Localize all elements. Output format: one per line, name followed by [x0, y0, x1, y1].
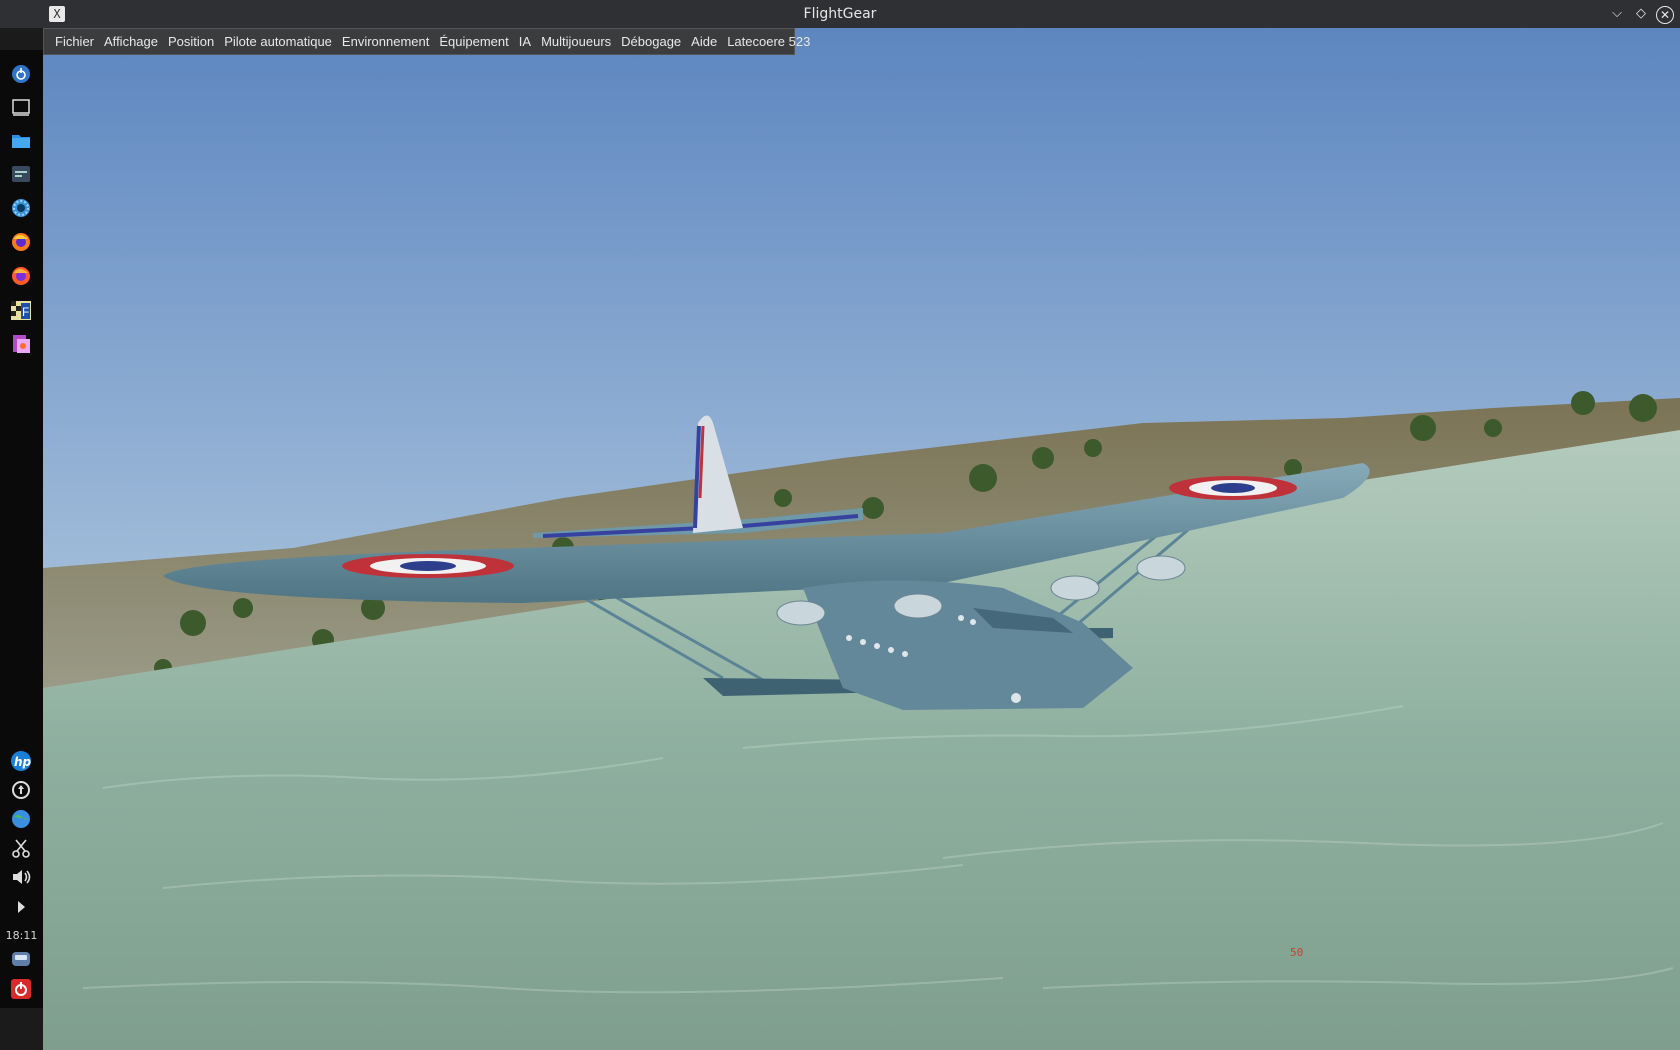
menu-pilote-automatique[interactable]: Pilote automatique: [219, 34, 337, 49]
left-dock: F hp 18:11: [0, 50, 44, 1008]
menu-position[interactable]: Position: [163, 34, 219, 49]
menu-equipement[interactable]: Équipement: [434, 34, 513, 49]
scissors-icon[interactable]: [10, 837, 32, 859]
launcher-icon[interactable]: [10, 63, 32, 85]
files-icon[interactable]: [10, 130, 32, 152]
scene-svg: [43, 28, 1680, 1050]
firefox-icon[interactable]: [10, 231, 32, 253]
minimize-button[interactable]: ⌵: [1608, 5, 1626, 23]
flightgear-icon[interactable]: F: [10, 299, 32, 321]
volume-icon[interactable]: [10, 866, 32, 888]
svg-text:F: F: [22, 305, 29, 319]
desktop-icon[interactable]: [10, 96, 32, 118]
flight-scene-viewport[interactable]: 50: [43, 28, 1680, 1050]
updates-icon[interactable]: [10, 779, 32, 801]
window-titlebar: X FlightGear ⌵ ◇ ✕: [0, 0, 1680, 28]
roundel-right: [1169, 476, 1297, 500]
menu-debogage[interactable]: Débogage: [616, 34, 686, 49]
svg-text:hp: hp: [14, 755, 32, 769]
hud-readout: 50: [1290, 946, 1304, 959]
system-settings-icon[interactable]: [10, 197, 32, 219]
menu-aide[interactable]: Aide: [686, 34, 722, 49]
menu-affichage[interactable]: Affichage: [99, 34, 163, 49]
drive-icon[interactable]: [10, 948, 32, 970]
settings-panel-icon[interactable]: [10, 163, 32, 185]
document-viewer-icon[interactable]: [10, 333, 32, 355]
flightgear-menubar: Fichier Affichage Position Pilote automa…: [43, 28, 810, 55]
hp-icon[interactable]: hp: [10, 750, 32, 772]
menu-fichier[interactable]: Fichier: [50, 34, 99, 49]
clock[interactable]: 18:11: [0, 929, 43, 942]
menu-aircraft-latecoere[interactable]: Latecoere 523: [722, 34, 815, 49]
network-icon[interactable]: [10, 808, 32, 830]
firefox-alt-icon[interactable]: [10, 265, 32, 287]
expand-arrow-icon[interactable]: [10, 896, 32, 918]
close-button[interactable]: ✕: [1656, 6, 1674, 24]
menu-multijoueurs[interactable]: Multijoueurs: [536, 34, 616, 49]
roundel-left: [342, 554, 514, 578]
window-title: FlightGear: [803, 6, 877, 22]
power-icon[interactable]: [10, 978, 32, 1000]
maximize-button[interactable]: ◇: [1632, 5, 1650, 23]
menu-ia[interactable]: IA: [514, 34, 536, 49]
menu-environnement[interactable]: Environnement: [337, 34, 434, 49]
